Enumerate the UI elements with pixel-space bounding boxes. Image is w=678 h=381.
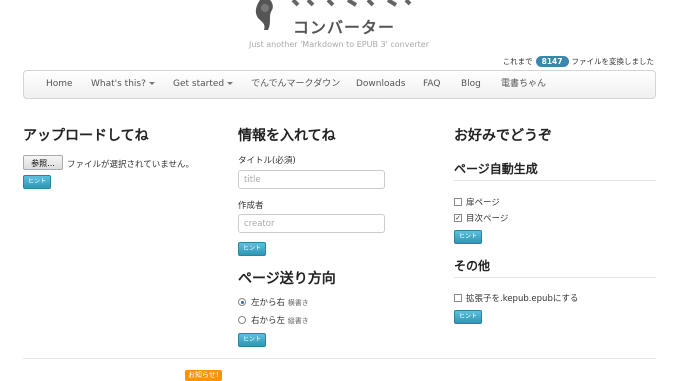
conversion-counter: これまで 8147 ファイルを変換しました bbox=[503, 56, 654, 67]
other-hint-button[interactable]: ヒント bbox=[454, 310, 483, 324]
upload-heading: アップロードしてね bbox=[23, 128, 149, 144]
upload-hint-button[interactable]: ヒント bbox=[23, 175, 52, 189]
nav-denshochan[interactable]: 電書ちゃん bbox=[501, 71, 546, 98]
tagline: Just another 'Markdown to EPUB 3' conver… bbox=[249, 40, 429, 49]
author-label: 作成者 bbox=[238, 201, 264, 211]
kepub-checkbox[interactable] bbox=[454, 294, 462, 302]
direction-heading: ページ送り方向 bbox=[238, 271, 336, 287]
caret-down-icon bbox=[227, 82, 234, 85]
other-divider bbox=[454, 277, 656, 278]
ltr-label: 左から右 横書き bbox=[251, 296, 309, 308]
rtl-label-text: 右から左 bbox=[251, 316, 286, 326]
autogen-heading: ページ自動生成 bbox=[454, 162, 538, 176]
nav-get-started[interactable]: Get started bbox=[173, 71, 234, 98]
author-input[interactable] bbox=[238, 214, 385, 233]
browse-button[interactable]: 参照... bbox=[23, 155, 63, 170]
caret-down-icon bbox=[148, 82, 155, 85]
ltr-label-text: 左から右 bbox=[251, 298, 286, 308]
title-input[interactable] bbox=[238, 170, 385, 189]
nav-blog[interactable]: Blog bbox=[461, 71, 481, 98]
counter-prefix: これまで bbox=[502, 57, 533, 66]
footer-divider bbox=[23, 358, 656, 359]
counter-suffix: ファイルを変換しました bbox=[571, 57, 655, 66]
autogen-hint-button[interactable]: ヒント bbox=[454, 230, 483, 244]
cover-label: 扉ページ bbox=[466, 198, 500, 208]
autogen-divider bbox=[454, 180, 656, 181]
nav-home[interactable]: Home bbox=[46, 71, 73, 98]
notice-badge[interactable]: お知らせ! bbox=[185, 370, 222, 381]
rtl-note: 縦書き bbox=[287, 317, 309, 325]
title-label: タイトル(必須) bbox=[238, 156, 296, 166]
nav-downloads[interactable]: Downloads bbox=[356, 71, 405, 98]
direction-hint-button[interactable]: ヒント bbox=[238, 333, 267, 347]
nav-faq[interactable]: FAQ bbox=[423, 71, 440, 98]
ltr-note: 横書き bbox=[287, 299, 309, 307]
nav-whats-this-label: What's this? bbox=[91, 79, 146, 89]
nav-denden-markdown[interactable]: でんでんマークダウン bbox=[251, 71, 340, 98]
no-file-text: ファイルが選択されていません。 bbox=[67, 160, 194, 170]
navbar: Home What's this? Get started でんでんマークダウン… bbox=[23, 70, 656, 99]
counter-badge: 8147 bbox=[535, 56, 569, 67]
nav-get-started-label: Get started bbox=[173, 79, 225, 89]
rtl-label: 右から左 縦書き bbox=[251, 314, 309, 326]
info-hint-button[interactable]: ヒント bbox=[238, 242, 267, 256]
ltr-radio[interactable] bbox=[238, 298, 246, 306]
kepub-label: 拡張子を.kepub.epubにする bbox=[466, 294, 579, 304]
cover-checkbox[interactable] bbox=[454, 198, 462, 206]
prefs-heading: お好みでどうぞ bbox=[454, 128, 552, 144]
rtl-radio[interactable] bbox=[238, 316, 246, 324]
nav-whats-this[interactable]: What's this? bbox=[91, 71, 155, 98]
logo-mascot-icon bbox=[255, 0, 273, 30]
logo-text: コンバーター bbox=[293, 18, 396, 37]
toc-label: 目次ページ bbox=[466, 214, 509, 224]
info-heading: 情報を入れてね bbox=[238, 128, 336, 144]
other-heading: その他 bbox=[454, 259, 491, 273]
toc-checkbox[interactable]: ✓ bbox=[454, 214, 462, 222]
